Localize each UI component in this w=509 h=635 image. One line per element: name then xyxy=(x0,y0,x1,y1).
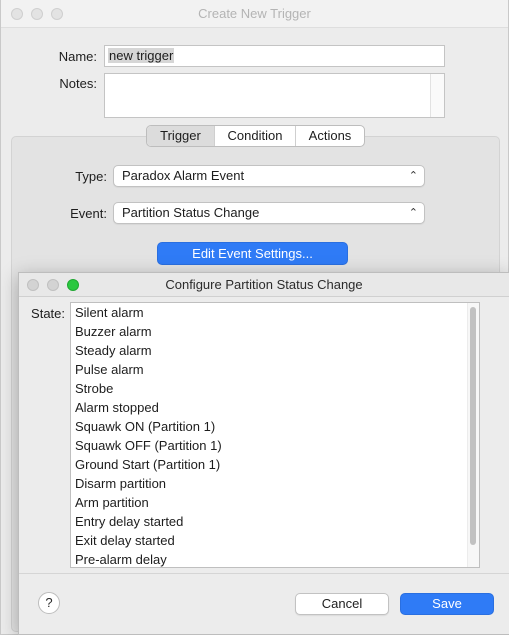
state-list-scrollbar[interactable] xyxy=(467,303,479,567)
list-item[interactable]: Strobe xyxy=(71,379,479,398)
tab-trigger[interactable]: Trigger xyxy=(147,126,215,146)
list-item[interactable]: Buzzer alarm xyxy=(71,322,479,341)
notes-scrollbar[interactable] xyxy=(430,74,444,117)
titlebar: Configure Partition Status Change xyxy=(19,273,509,297)
edit-event-settings-button[interactable]: Edit Event Settings... xyxy=(157,242,348,265)
list-item[interactable]: Squawk OFF (Partition 1) xyxy=(71,436,479,455)
titlebar: Create New Trigger xyxy=(1,0,508,28)
tab-condition[interactable]: Condition xyxy=(215,126,296,146)
list-item[interactable]: Alarm stopped xyxy=(71,398,479,417)
list-item[interactable]: Arm partition xyxy=(71,493,479,512)
event-label: Event: xyxy=(70,206,107,221)
state-list-items: Silent alarm Buzzer alarm Steady alarm Puls… xyxy=(71,303,479,567)
notes-field[interactable] xyxy=(104,73,445,118)
window-title: Configure Partition Status Change xyxy=(165,277,363,292)
scrollbar-thumb[interactable] xyxy=(470,307,476,545)
list-item[interactable]: Exit delay started xyxy=(71,531,479,550)
type-label: Type: xyxy=(75,169,107,184)
chevron-updown-icon: ⌃︎ xyxy=(408,170,418,182)
type-popup[interactable]: Paradox Alarm Event ⌃︎ xyxy=(113,165,425,187)
state-label: State: xyxy=(31,306,65,321)
chevron-updown-icon: ⌃︎ xyxy=(408,207,418,219)
window-title: Create New Trigger xyxy=(198,6,311,21)
name-field[interactable]: new trigger xyxy=(104,45,445,67)
list-item[interactable]: Pre-alarm delay xyxy=(71,550,479,567)
name-field-value: new trigger xyxy=(108,48,175,63)
help-button[interactable]: ? xyxy=(38,592,60,614)
type-popup-value: Paradox Alarm Event xyxy=(122,168,245,183)
state-list[interactable]: Silent alarm Buzzer alarm Steady alarm Puls… xyxy=(70,302,480,568)
name-label: Name: xyxy=(58,49,97,64)
list-item[interactable]: Disarm partition xyxy=(71,474,479,493)
cancel-button[interactable]: Cancel xyxy=(295,593,389,615)
list-item[interactable]: Ground Start (Partition 1) xyxy=(71,455,479,474)
question-icon: ? xyxy=(45,595,53,610)
notes-label: Notes: xyxy=(59,76,97,91)
list-item[interactable]: Entry delay started xyxy=(71,512,479,531)
list-item[interactable]: Squawk ON (Partition 1) xyxy=(71,417,479,436)
tab-bar: Trigger Condition Actions xyxy=(146,125,365,147)
event-popup-value: Partition Status Change xyxy=(122,205,260,220)
tab-actions[interactable]: Actions xyxy=(296,126,364,146)
list-item[interactable]: Silent alarm xyxy=(71,303,479,322)
list-item[interactable]: Steady alarm xyxy=(71,341,479,360)
configure-partition-window: Configure Partition Status Change State:… xyxy=(18,272,509,635)
save-button[interactable]: Save xyxy=(400,593,494,615)
event-popup[interactable]: Partition Status Change ⌃︎ xyxy=(113,202,425,224)
divider xyxy=(19,573,509,574)
list-item[interactable]: Pulse alarm xyxy=(71,360,479,379)
